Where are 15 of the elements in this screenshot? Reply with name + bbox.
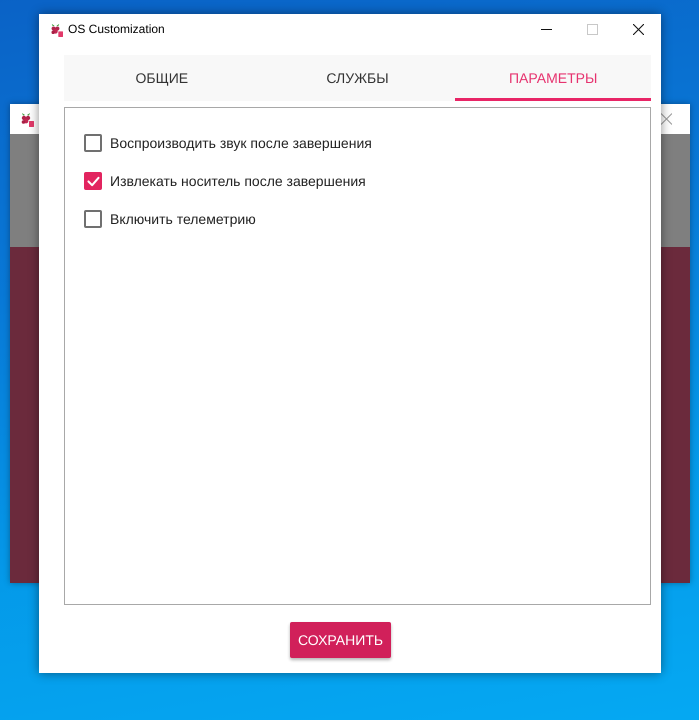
close-icon: [632, 24, 644, 34]
window-title: OS Customization: [68, 22, 165, 36]
option-label[interactable]: Включить телеметрию: [110, 211, 256, 227]
option-label[interactable]: Воспроизводить звук после завершения: [110, 135, 372, 151]
maximize-icon: [586, 24, 598, 34]
tab[interactable]: ПАРАМЕТРЫ: [455, 55, 652, 101]
tab[interactable]: СЛУЖБЫ: [260, 55, 456, 101]
close-icon[interactable]: [661, 113, 672, 125]
checkbox[interactable]: [84, 134, 102, 152]
tab[interactable]: ОБЩИЕ: [64, 55, 260, 101]
save-button[interactable]: СОХРАНИТЬ: [290, 622, 392, 658]
checkbox[interactable]: [84, 172, 102, 190]
checkbox[interactable]: [84, 210, 102, 228]
checkmark-icon: [86, 176, 100, 186]
option-label[interactable]: Извлекать носитель после завершения: [110, 173, 366, 189]
